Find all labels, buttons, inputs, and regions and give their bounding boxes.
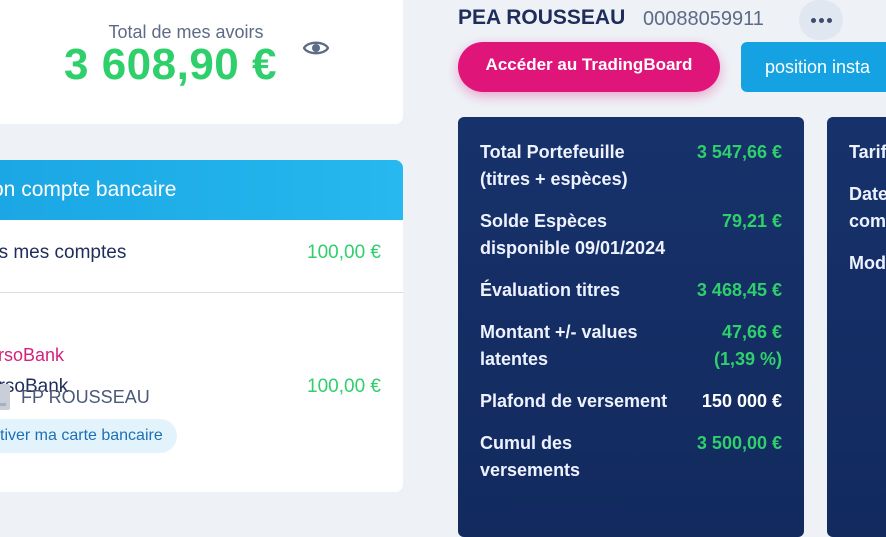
more-dot-icon [819,18,824,23]
date-label-line2: com [849,211,886,231]
total-portfolio-label: Total Portefeuille (titres + espèces) [480,139,628,193]
bank-account-card: on compte bancaire us mes comptes 100,00… [0,160,403,492]
activate-card-button[interactable]: ctiver ma carte bancaire [0,419,177,453]
more-options-button[interactable] [799,0,843,40]
total-holdings-card: Total de mes avoirs 3 608,90 € [0,0,403,124]
total-portfolio-label-line2: (titres + espèces) [480,169,628,189]
total-holdings-amount: 3 608,90 € [64,40,277,89]
all-accounts-amount: 100,00 € [307,242,381,263]
deposit-cap-label: Plafond de versement [480,391,668,411]
total-portfolio-label-line1: Total Portefeuille [480,142,625,162]
unrealized-pl-value: 47,66 € (1,39 %) [714,319,782,373]
securities-eval-value: 3 468,45 € [696,280,782,300]
unrealized-pl-label-line1: Montant +/- values [480,322,638,342]
cash-balance-label: Solde Espèces disponible 09/01/2024 [480,208,665,262]
cumulative-deposits-value: 3 500,00 € [696,433,782,453]
cash-balance-label-line2: disponible 09/01/2024 [480,238,666,258]
cash-balance-label-line1: Solde Espèces [480,211,608,231]
more-dot-icon [811,18,816,23]
card-holder-name: FP ROUSSEAU [21,387,150,407]
eye-icon[interactable] [303,39,329,57]
date-label: Date com [849,181,886,235]
cumulative-deposits-label: Cumul des versements [480,430,580,484]
account-number: 00088059911 [643,8,764,30]
unrealized-pl-amount: 47,66 € [721,322,782,342]
bank-card-icon [0,384,10,410]
cumulative-deposits-label-line2: versements [480,460,581,480]
account-sub-label: ursoBank [0,345,65,365]
date-label-line1: Date [849,184,886,204]
position-button[interactable]: position insta [741,42,886,92]
divider [0,292,403,293]
unrealized-pl-label-line2: latentes [480,349,549,369]
contract-info-panel: Tarif Date com Mod [827,117,886,537]
account-title: PEA ROUSSEAU [458,6,626,29]
mode-label: Mod [849,253,886,273]
cumulative-deposits-label-line1: Cumul des [480,433,573,453]
bank-card-header: on compte bancaire [0,160,403,220]
cash-balance-value: 79,21 € [721,211,782,231]
unrealized-pl-percent: (1,39 %) [713,349,782,369]
deposit-cap-value: 150 000 € [701,391,782,411]
total-portfolio-value: 3 547,66 € [696,142,782,162]
more-dot-icon [827,18,832,23]
portfolio-panel: Total Portefeuille (titres + espèces) 3 … [458,117,804,537]
account-amount: 100,00 € [307,376,381,397]
trading-board-button[interactable]: Accéder au TradingBoard [458,42,720,92]
securities-eval-label: Évaluation titres [480,280,621,300]
unrealized-pl-label: Montant +/- values latentes [480,319,638,373]
all-accounts-label: us mes comptes [0,242,127,263]
tariff-label: Tarif [849,142,886,162]
